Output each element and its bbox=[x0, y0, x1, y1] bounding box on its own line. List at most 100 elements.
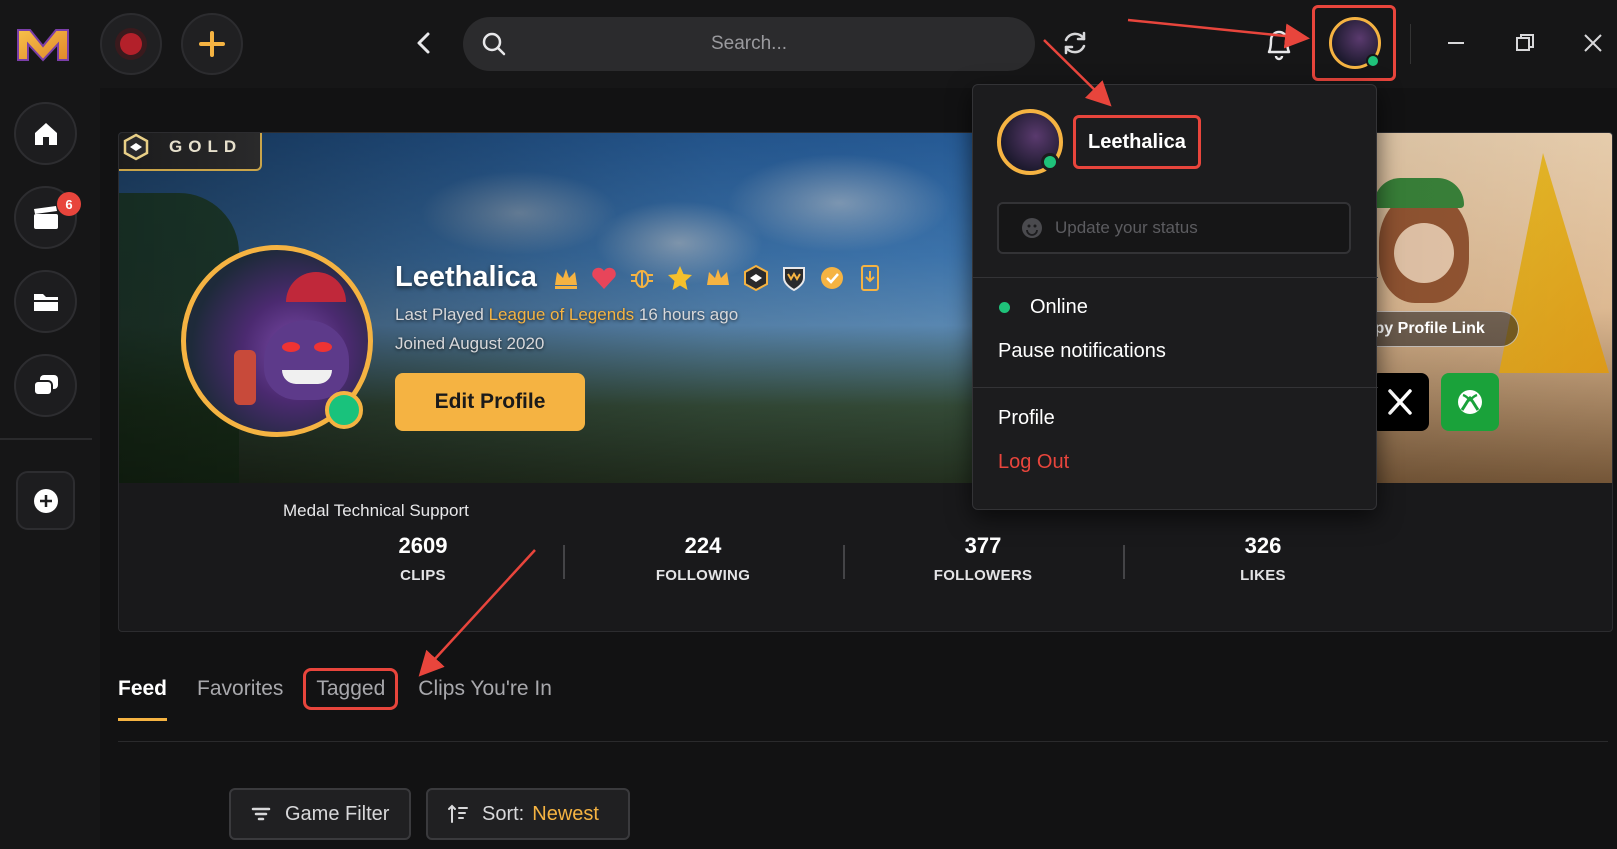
dropdown-divider bbox=[973, 387, 1378, 388]
smiley-icon bbox=[1022, 218, 1042, 238]
sidebar-divider bbox=[0, 438, 92, 440]
star-badge-icon[interactable] bbox=[665, 263, 695, 293]
hex-badge-icon[interactable] bbox=[741, 263, 771, 293]
avatar-button[interactable] bbox=[1312, 5, 1396, 81]
stat-label: FOLLOWERS bbox=[933, 567, 1033, 584]
update-status-input[interactable]: Update your status bbox=[997, 202, 1351, 254]
chat-icon bbox=[32, 374, 58, 396]
tabs-divider bbox=[118, 741, 1608, 742]
profile-badges bbox=[551, 263, 885, 293]
notification-badge: 6 bbox=[57, 192, 81, 216]
avatar-umbrella-art bbox=[286, 272, 346, 302]
minimize-icon[interactable] bbox=[1443, 30, 1469, 56]
maximize-icon[interactable] bbox=[1512, 30, 1538, 56]
pause-notifications-option[interactable]: Pause notifications bbox=[998, 340, 1166, 363]
x-link-button[interactable] bbox=[1371, 373, 1429, 431]
stat-value: 326 bbox=[1244, 533, 1282, 558]
sidebar-add-button[interactable] bbox=[16, 471, 75, 530]
stat-value: 2609 bbox=[398, 533, 448, 558]
record-icon bbox=[120, 33, 142, 55]
shield-badge-icon[interactable] bbox=[779, 263, 809, 293]
stat-clips[interactable]: 2609 CLIPS bbox=[283, 533, 563, 593]
avatar-eye-art bbox=[314, 342, 332, 352]
search-bar[interactable] bbox=[463, 17, 1035, 71]
profile-stats: 2609 CLIPS 224 FOLLOWING 377 FOLLOWERS 3… bbox=[283, 533, 1403, 593]
record-button[interactable] bbox=[100, 13, 162, 75]
log-out-menu-item[interactable]: Log Out bbox=[998, 451, 1069, 474]
heart-badge-icon[interactable] bbox=[589, 263, 619, 293]
sidebar-item-folder[interactable] bbox=[14, 270, 77, 333]
stat-value: 224 bbox=[684, 533, 722, 558]
profile-card: Leethalica Last Played League of Legends… bbox=[118, 132, 1613, 632]
verified-badge-icon[interactable] bbox=[817, 263, 847, 293]
profile-tabs: Feed Favorites Tagged Clips You're In bbox=[118, 668, 582, 721]
online-status-dot bbox=[325, 391, 363, 429]
profile-menu-item[interactable]: Profile bbox=[998, 407, 1055, 430]
profile-username: Leethalica bbox=[395, 261, 537, 293]
stat-label: FOLLOWING bbox=[655, 567, 751, 584]
stat-value: 377 bbox=[964, 533, 1002, 558]
search-input[interactable] bbox=[463, 17, 1035, 71]
refresh-icon[interactable] bbox=[1060, 28, 1090, 58]
game-filter-button[interactable]: Game Filter bbox=[229, 788, 411, 840]
close-icon[interactable] bbox=[1580, 30, 1606, 56]
dropdown-divider bbox=[973, 277, 1378, 278]
tab-clips-youre-in[interactable]: Clips You're In bbox=[418, 669, 552, 709]
crown-badge-icon[interactable] bbox=[551, 263, 581, 293]
status-placeholder: Update your status bbox=[1055, 218, 1198, 237]
filter-icon bbox=[251, 807, 271, 821]
stat-following[interactable]: 224 FOLLOWING bbox=[563, 533, 843, 593]
add-button[interactable] bbox=[181, 13, 243, 75]
x-logo-icon bbox=[1388, 389, 1412, 415]
avatar bbox=[1329, 17, 1381, 69]
online-status-dot bbox=[1041, 153, 1059, 171]
game-filter-label: Game Filter bbox=[285, 802, 390, 825]
crown-badge-icon[interactable] bbox=[703, 263, 733, 293]
joined-date: Joined August 2020 bbox=[395, 334, 545, 353]
profile-dropdown-menu: Leethalica Update your status Online Pau… bbox=[972, 84, 1378, 510]
tab-favorites[interactable]: Favorites bbox=[197, 669, 283, 709]
stat-likes[interactable]: 326 LIKES bbox=[1123, 533, 1403, 593]
download-badge-icon[interactable] bbox=[855, 263, 885, 293]
online-status-option[interactable]: Online bbox=[999, 296, 1088, 319]
sidebar-item-chat[interactable] bbox=[14, 354, 77, 417]
online-dot-icon bbox=[999, 302, 1010, 313]
medal-hex-icon bbox=[123, 133, 149, 161]
sort-prefix: Sort: bbox=[482, 802, 525, 825]
clapperboard-icon bbox=[33, 205, 58, 229]
tab-tagged[interactable]: Tagged bbox=[303, 668, 399, 710]
stat-followers[interactable]: 377 FOLLOWERS bbox=[843, 533, 1123, 593]
xbox-link-button[interactable] bbox=[1441, 373, 1499, 431]
xbox-logo-icon bbox=[1458, 390, 1482, 414]
chevron-left-icon[interactable] bbox=[410, 28, 438, 58]
window-controls-divider bbox=[1410, 24, 1411, 64]
search-icon bbox=[482, 32, 506, 56]
avatar-eye-art bbox=[282, 342, 300, 352]
last-played-prefix: Last Played bbox=[395, 305, 484, 324]
sort-button[interactable]: Sort: Newest bbox=[426, 788, 630, 840]
folder-icon bbox=[33, 293, 58, 311]
plus-icon bbox=[199, 31, 225, 57]
bell-icon[interactable] bbox=[1262, 26, 1296, 62]
gold-tier-badge: GOLD bbox=[119, 133, 262, 171]
sidebar: 6 bbox=[0, 88, 100, 849]
profile-main: Leethalica Last Played League of Legends… bbox=[100, 96, 1617, 849]
sidebar-item-home[interactable] bbox=[14, 102, 77, 165]
avatar-grin-art bbox=[282, 370, 332, 384]
online-label: Online bbox=[1030, 296, 1088, 318]
profile-bio: Medal Technical Support bbox=[283, 501, 469, 520]
medal-logo-icon[interactable] bbox=[14, 24, 72, 64]
last-played-text: Last Played League of Legends 16 hours a… bbox=[395, 305, 738, 325]
last-played-game-link[interactable]: League of Legends bbox=[489, 305, 635, 324]
edit-profile-button[interactable]: Edit Profile bbox=[395, 373, 585, 431]
sidebar-item-clips[interactable]: 6 bbox=[14, 186, 81, 249]
avatar-trainer-art bbox=[234, 350, 256, 405]
online-status-dot bbox=[1366, 54, 1380, 68]
dropdown-username[interactable]: Leethalica bbox=[1073, 115, 1201, 169]
avatar-gengar-art bbox=[264, 320, 349, 400]
sort-value: Newest bbox=[532, 802, 599, 825]
bug-badge-icon[interactable] bbox=[627, 263, 657, 293]
top-bar bbox=[0, 0, 1617, 88]
medal-app: 6 bbox=[0, 0, 1617, 849]
tab-feed[interactable]: Feed bbox=[118, 669, 168, 721]
